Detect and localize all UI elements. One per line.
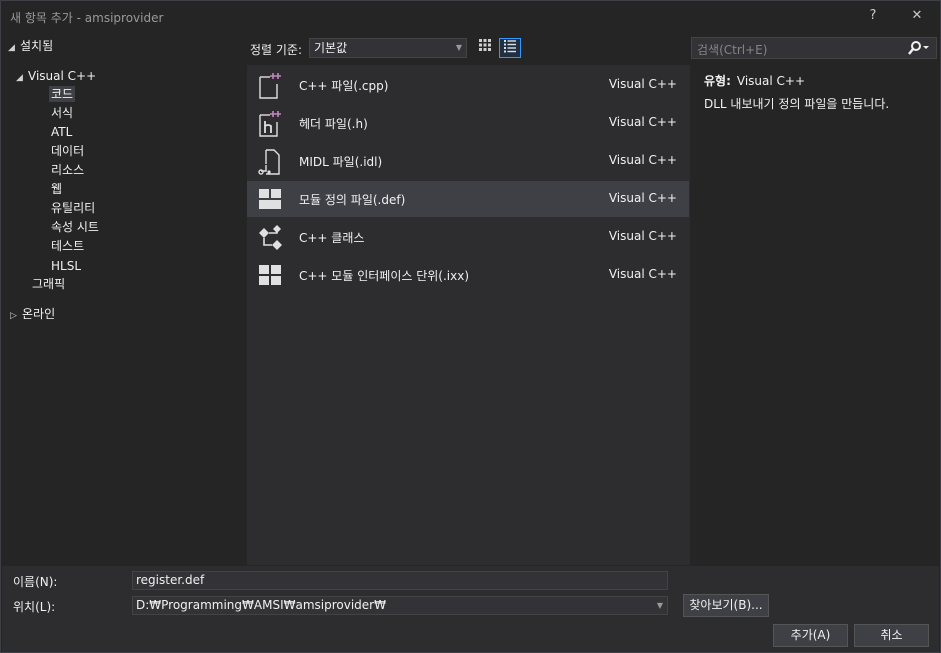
item-description: DLL 내보내기 정의 파일을 만듭니다. — [704, 97, 890, 111]
tree-item-test[interactable]: 테스트 — [51, 237, 84, 255]
expanded-arrow-icon: ◢ — [16, 73, 23, 83]
details-panel: 유형: Visual C++ DLL 내보내기 정의 파일을 만듭니다. — [691, 65, 937, 565]
collapsed-arrow-icon: ▷ — [10, 311, 17, 321]
type-row: 유형: Visual C++ — [704, 72, 805, 89]
expanded-arrow-icon: ◢ — [8, 43, 15, 53]
list-item-cpp-file[interactable]: C++ 파일(.cpp) Visual C++ — [247, 67, 689, 103]
help-button[interactable]: ? — [856, 1, 890, 31]
tree-item-web[interactable]: 웹 — [51, 180, 62, 198]
chevron-down-icon[interactable]: ▼ — [657, 597, 663, 614]
tree-item-code[interactable]: 코드 — [49, 85, 76, 103]
type-label: 유형: — [704, 74, 731, 88]
sort-dropdown[interactable]: 기본값 ▼ — [309, 38, 467, 58]
window-title: 새 항목 추가 - amsiprovider — [10, 11, 164, 25]
module-def-icon — [259, 189, 281, 209]
list-view-button[interactable] — [499, 38, 521, 58]
list-item-module-interface[interactable]: C++ 모듈 인터페이스 단위(.ixx) Visual C++ — [247, 257, 689, 293]
location-label: 위치(L): — [13, 600, 56, 614]
grid-view-button[interactable] — [474, 38, 496, 58]
tree-item-utility[interactable]: 유틸리티 — [51, 199, 95, 217]
tree-item-atl[interactable]: ATL — [51, 123, 72, 141]
sort-bar: 정렬 기준: 기본값 ▼ — [247, 37, 691, 61]
search-icon[interactable] — [908, 40, 930, 60]
cpp-file-icon — [259, 73, 281, 99]
search-input[interactable]: 검색(Ctrl+E) — [697, 41, 767, 58]
list-item-cpp-class[interactable]: C++ 클래스 Visual C++ — [247, 219, 689, 255]
list-item-header-file[interactable]: 헤더 파일(.h) Visual C++ — [247, 105, 689, 141]
name-label: 이름(N): — [13, 575, 58, 589]
list-item-module-def-file[interactable]: 모듈 정의 파일(.def) Visual C++ — [247, 181, 689, 217]
tree-item-visual-cpp[interactable]: ◢ Visual C++ — [16, 67, 96, 85]
category-tree: ◢ 설치됨 ◢ Visual C++ 코드 서식 ATL 데이터 리소스 웹 유틸리… — [2, 32, 246, 565]
sort-label: 정렬 기준: — [250, 43, 303, 57]
bottom-form: 이름(N): register.def 위치(L): D:₩Programmin… — [2, 566, 939, 652]
tree-item-form[interactable]: 서식 — [51, 104, 73, 122]
tree-item-installed[interactable]: ◢ 설치됨 — [8, 37, 53, 55]
tree-item-hlsl[interactable]: HLSL — [51, 257, 81, 275]
tree-item-graphics[interactable]: 그래픽 — [32, 275, 65, 293]
tree-item-resource[interactable]: 리소스 — [51, 161, 84, 179]
header-file-icon — [259, 111, 281, 137]
close-button[interactable]: ✕ — [900, 1, 934, 31]
tree-item-property-sheet[interactable]: 속성 시트 — [51, 218, 99, 236]
browse-button[interactable]: 찾아보기(B)... — [683, 594, 769, 617]
tree-item-online[interactable]: ▷ 온라인 — [10, 305, 55, 323]
list-item-midl-file[interactable]: MIDL 파일(.idl) Visual C++ — [247, 143, 689, 179]
chevron-down-icon: ▼ — [455, 43, 462, 52]
module-interface-icon — [259, 265, 281, 285]
class-icon — [259, 225, 282, 250]
grid-view-icon — [479, 39, 491, 51]
add-button[interactable]: 추가(A) — [773, 624, 848, 647]
type-value: Visual C++ — [736, 74, 806, 88]
cancel-button[interactable]: 취소 — [854, 624, 929, 647]
search-box[interactable]: 검색(Ctrl+E) — [691, 37, 937, 59]
add-new-item-dialog: 새 항목 추가 - amsiprovider ? ✕ ◢ 설치됨 ◢ Visual … — [0, 0, 941, 653]
location-input[interactable]: D:₩Programming₩AMSI₩amsiprovider₩ ▼ — [132, 596, 668, 615]
midl-file-icon — [258, 149, 280, 175]
name-input[interactable]: register.def — [132, 571, 668, 590]
tree-item-data[interactable]: 데이터 — [51, 142, 84, 160]
template-list: C++ 파일(.cpp) Visual C++ 헤더 파일(.h) Visual… — [247, 65, 690, 565]
list-view-icon — [504, 40, 516, 53]
title-bar: 새 항목 추가 - amsiprovider ? ✕ — [1, 1, 940, 31]
